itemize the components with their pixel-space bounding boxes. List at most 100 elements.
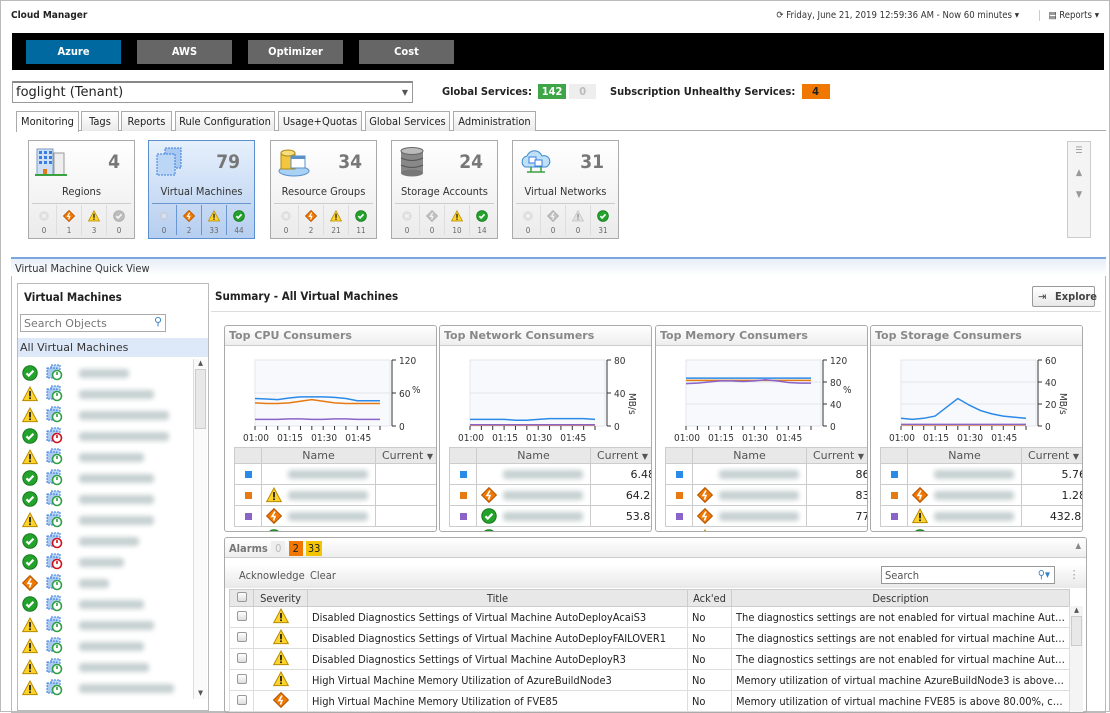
scroll-down-icon[interactable]: ▼ (1068, 190, 1090, 200)
scroll-up-icon[interactable]: ▲ (1068, 168, 1090, 178)
vm-list-item[interactable] (21, 678, 191, 699)
vm-list-item[interactable] (21, 573, 191, 594)
global-services-other-badge[interactable]: 0 (569, 84, 597, 99)
alarms-scrollbar[interactable]: ▲ (1069, 606, 1083, 712)
consumer-row[interactable]: 6.48 MB/s (449, 463, 651, 503)
consumer-row[interactable]: 1 (234, 505, 436, 531)
tile-state-fatal[interactable]: 0 (274, 205, 298, 235)
tile-state-ok[interactable]: 31 (590, 205, 615, 235)
tile-state-fatal[interactable]: 0 (32, 205, 56, 235)
col-name[interactable]: Name (476, 447, 591, 464)
unhealthy-count-badge[interactable]: 4 (801, 84, 830, 99)
vm-list-item[interactable] (21, 363, 191, 384)
consumer-row[interactable]: 4 (234, 463, 436, 503)
consumer-row[interactable]: 53.81 KB/s (449, 505, 651, 531)
tile-state-crit[interactable]: 0 (419, 205, 444, 235)
tile-state-crit[interactable]: 2 (176, 205, 201, 235)
row-checkbox[interactable] (236, 673, 247, 684)
tile-state-warn[interactable]: 21 (323, 205, 348, 235)
consumer-row[interactable]: 1.28 MB/s (880, 484, 1082, 524)
tile-state-warn[interactable]: 3 (81, 205, 106, 235)
tile-state-warn[interactable]: 0 (565, 205, 590, 235)
vm-list-item[interactable] (21, 657, 191, 678)
tile-state-ok[interactable]: 0 (106, 205, 131, 235)
time-range-selector[interactable]: ⟳ Friday, June 21, 2019 12:59:36 AM - No… (776, 10, 1019, 21)
tab-usage-quotas[interactable]: Usage+Quotas (278, 111, 362, 131)
vm-list-item[interactable] (21, 510, 191, 531)
alarm-row[interactable]: Disabled Diagnostics Settings of Virtual… (229, 648, 1070, 670)
col-current[interactable]: Current ▼ (1021, 447, 1082, 464)
vm-list-item[interactable] (21, 594, 191, 615)
tenant-select[interactable]: foglight (Tenant) ▼ (12, 81, 413, 103)
tile-state-ok[interactable]: 11 (348, 205, 373, 235)
column-menu-icon[interactable]: ⋮ (1069, 568, 1079, 581)
search-objects-input[interactable]: Search Objects ⚲ (20, 314, 166, 332)
consumer-row[interactable]: 5.76 MB/s (880, 463, 1082, 503)
col-name[interactable]: Name (261, 447, 376, 464)
nav-cost[interactable]: Cost (359, 40, 454, 64)
alarms-search-input[interactable]: Search ⚲▾ (881, 566, 1055, 584)
col-current[interactable]: Current ▼ (590, 447, 651, 464)
consumer-row[interactable]: 64.26 KB/s (449, 484, 651, 524)
tab-reports[interactable]: Reports (121, 111, 172, 131)
acknowledge-button[interactable]: Acknowledge (239, 569, 305, 582)
clear-button[interactable]: Clear (310, 569, 336, 582)
tab-rule-configuration[interactable]: Rule Configuration (175, 111, 275, 131)
vm-list-item[interactable] (21, 531, 191, 552)
tile-virtual-machines[interactable]: 79 Virtual Machines 0 2 33 44 (148, 140, 255, 239)
consumer-row[interactable]: 83.10 % (665, 484, 867, 524)
tile-state-crit[interactable]: 1 (56, 205, 81, 235)
col-severity[interactable]: Severity (253, 589, 308, 607)
alarms-critical-count[interactable]: 2 (288, 541, 303, 556)
tile-regions[interactable]: 4 Regions 0 1 3 0 (28, 140, 135, 239)
col-current[interactable]: Current ▼ (375, 447, 436, 464)
vm-list-item[interactable] (21, 636, 191, 657)
row-checkbox[interactable] (236, 610, 247, 621)
alarm-row[interactable]: High Virtual Machine Memory Utilization … (229, 690, 1070, 712)
alarms-fatal-count[interactable]: 0 (271, 541, 286, 556)
row-checkbox[interactable] (236, 694, 247, 705)
tab-global-services[interactable]: Global Services (365, 111, 450, 131)
explore-button[interactable]: ⇥ Explore (1032, 286, 1097, 307)
scroll-thumb[interactable] (195, 369, 206, 429)
consumer-row[interactable]: 77.32 % (665, 505, 867, 531)
search-icon[interactable]: ⚲▾ (1038, 568, 1050, 581)
col-name[interactable]: Name (692, 447, 807, 464)
scroll-thumb[interactable] (1071, 616, 1082, 646)
vm-list-item[interactable] (21, 489, 191, 510)
vm-list-item[interactable] (21, 384, 191, 405)
tile-scroll-control[interactable]: ☰ ▲ ▼ (1067, 141, 1091, 238)
tab-monitoring[interactable]: Monitoring (16, 111, 79, 132)
consumer-row[interactable]: 86.00 % (665, 463, 867, 503)
tile-state-warn[interactable]: 33 (201, 205, 226, 235)
tile-state-crit[interactable]: 0 (540, 205, 565, 235)
tile-virtual-networks[interactable]: 31 Virtual Networks 0 0 0 31 (512, 140, 619, 239)
nav-azure[interactable]: Azure (26, 40, 121, 64)
row-checkbox[interactable] (236, 631, 247, 642)
col-acked[interactable]: Ack'ed (687, 589, 732, 607)
nav-aws[interactable]: AWS (137, 40, 232, 64)
scroll-down-icon[interactable]: ▼ (194, 689, 207, 697)
tile-storage-accounts[interactable]: 24 Storage Accounts 0 0 10 14 (391, 140, 498, 239)
scroll-up-icon[interactable]: ▲ (194, 359, 207, 367)
col-name[interactable]: Name (907, 447, 1022, 464)
alarm-row[interactable]: Disabled Diagnostics Settings of Virtual… (229, 606, 1070, 628)
col-current[interactable]: Current ▼ (806, 447, 867, 464)
tile-state-fatal[interactable]: 0 (516, 205, 540, 235)
tile-state-fatal[interactable]: 0 (395, 205, 419, 235)
vm-list-item[interactable] (21, 552, 191, 573)
vm-list-item[interactable] (21, 447, 191, 468)
vm-list-item[interactable] (21, 426, 191, 447)
select-all-checkbox[interactable] (229, 589, 254, 607)
vm-list-item[interactable] (21, 615, 191, 636)
consumer-row[interactable]: 3 (234, 484, 436, 524)
collapse-icon[interactable]: ▲ (1075, 541, 1081, 550)
reports-menu[interactable]: ▤ Reports ▾ (1039, 10, 1099, 21)
alarms-warning-count[interactable]: 33 (306, 541, 323, 556)
tile-state-fatal[interactable]: 0 (152, 205, 176, 235)
row-checkbox[interactable] (236, 652, 247, 663)
tile-state-warn[interactable]: 10 (444, 205, 469, 235)
tile-state-ok[interactable]: 44 (226, 205, 251, 235)
search-icon[interactable]: ⚲ (154, 315, 162, 328)
tile-state-ok[interactable]: 14 (469, 205, 494, 235)
